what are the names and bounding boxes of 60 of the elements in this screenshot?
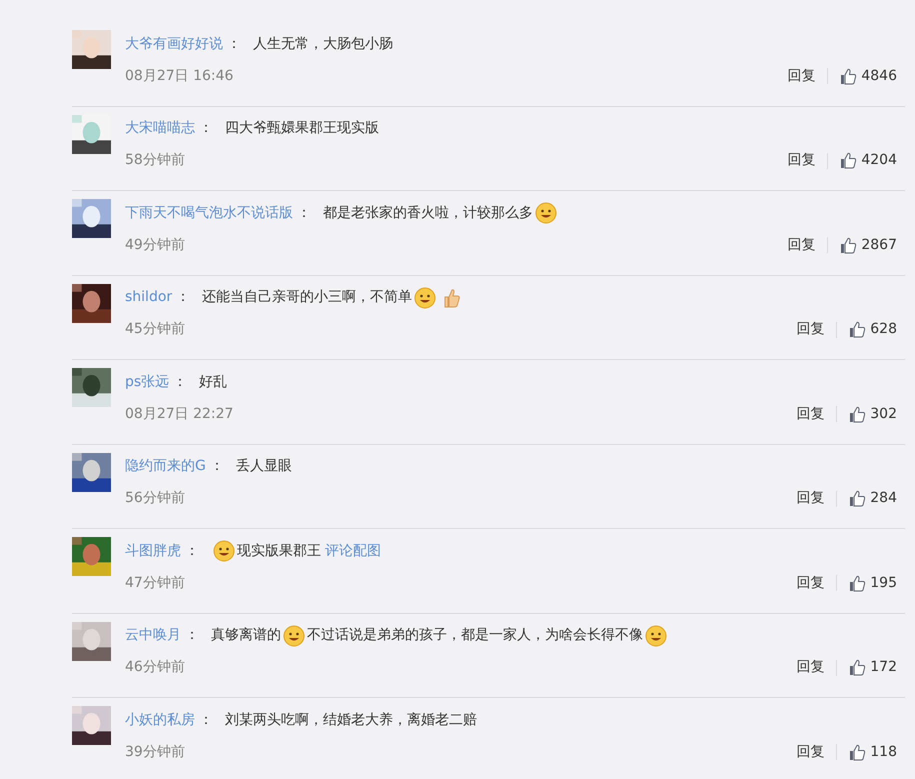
like-button[interactable]: 172	[849, 657, 897, 678]
thumbs-up-icon	[849, 406, 866, 422]
colon-text: ：	[297, 204, 311, 222]
comment-text: 好乱	[199, 372, 228, 392]
comment-text: 四大爷甄嬛果郡王现实版	[225, 119, 379, 138]
reply-button[interactable]: 回复	[796, 404, 824, 424]
like-button[interactable]: 118	[849, 742, 897, 762]
thumbs-up-icon	[840, 152, 858, 169]
colon-text: ：	[185, 542, 199, 560]
smiley-icon	[414, 286, 436, 308]
comment-time: 08月27日 16:46	[125, 66, 234, 86]
smiley-icon	[535, 202, 557, 224]
comment-text: 丢人显眼	[236, 457, 292, 476]
thumbs-up-icon	[840, 68, 858, 84]
comment-text: 刘某两头吃啊，结婚老大养，离婚老二赔	[225, 710, 477, 730]
colon-text: ：	[199, 710, 213, 730]
comment-text: 不过话说是弟弟的孩子，都是一家人，为啥会长得不像	[307, 626, 643, 645]
reply-button[interactable]: 回复	[787, 66, 816, 86]
colon-text: ：	[227, 34, 241, 54]
like-button[interactable]: 2867	[840, 234, 897, 256]
comment-time: 39分钟前	[125, 742, 186, 762]
colon-text: ：	[199, 119, 213, 138]
colon-text: ：	[173, 372, 188, 392]
thumbs-up-icon	[849, 490, 866, 507]
like-button[interactable]: 284	[849, 488, 897, 509]
thumbs-up-icon	[849, 321, 866, 338]
smiley-icon	[645, 624, 667, 646]
comment-time: 49分钟前	[125, 236, 186, 254]
comment-time: 08月27日 22:27	[125, 404, 234, 424]
colon-text: ：	[185, 626, 199, 645]
smiley-icon	[283, 624, 305, 646]
thumbs-up-icon	[849, 659, 866, 676]
comment-time: 56分钟前	[125, 489, 186, 508]
colon-text: ：	[210, 457, 224, 476]
comment-text: 还能当自己亲哥的小三啊，不简单	[202, 288, 412, 307]
comment-time: 46分钟前	[125, 658, 186, 677]
like-button[interactable]: 4204	[840, 150, 897, 171]
reply-button[interactable]: 回复	[796, 742, 824, 762]
like-button[interactable]: 628	[849, 319, 897, 340]
colon-text: ：	[176, 288, 190, 307]
reply-button[interactable]: 回复	[787, 234, 816, 256]
reply-button[interactable]: 回复	[787, 150, 816, 171]
comment-time: 45分钟前	[125, 320, 186, 339]
thumbs-up-icon	[840, 236, 858, 254]
reply-button[interactable]: 回复	[796, 657, 824, 678]
comment-time: 58分钟前	[125, 151, 186, 170]
comment-text: 真够离谱的	[211, 626, 281, 645]
comment-time: 47分钟前	[125, 574, 186, 592]
thumbs-up-icon	[849, 574, 866, 592]
smiley-icon	[213, 540, 235, 562]
reply-button[interactable]: 回复	[796, 572, 824, 594]
thumbs-up-icon	[849, 744, 866, 760]
reply-button[interactable]: 回复	[796, 319, 824, 340]
like-button[interactable]: 302	[849, 404, 897, 424]
reply-button[interactable]: 回复	[796, 488, 824, 509]
comment-text: 都是老张家的香火啦，计较那么多	[323, 204, 533, 222]
comment-text: 现实版果郡王	[237, 542, 321, 560]
like-button[interactable]: 195	[849, 572, 897, 594]
like-button[interactable]: 4846	[840, 66, 897, 86]
comment-text: 人生无常，大肠包小肠	[253, 34, 393, 54]
